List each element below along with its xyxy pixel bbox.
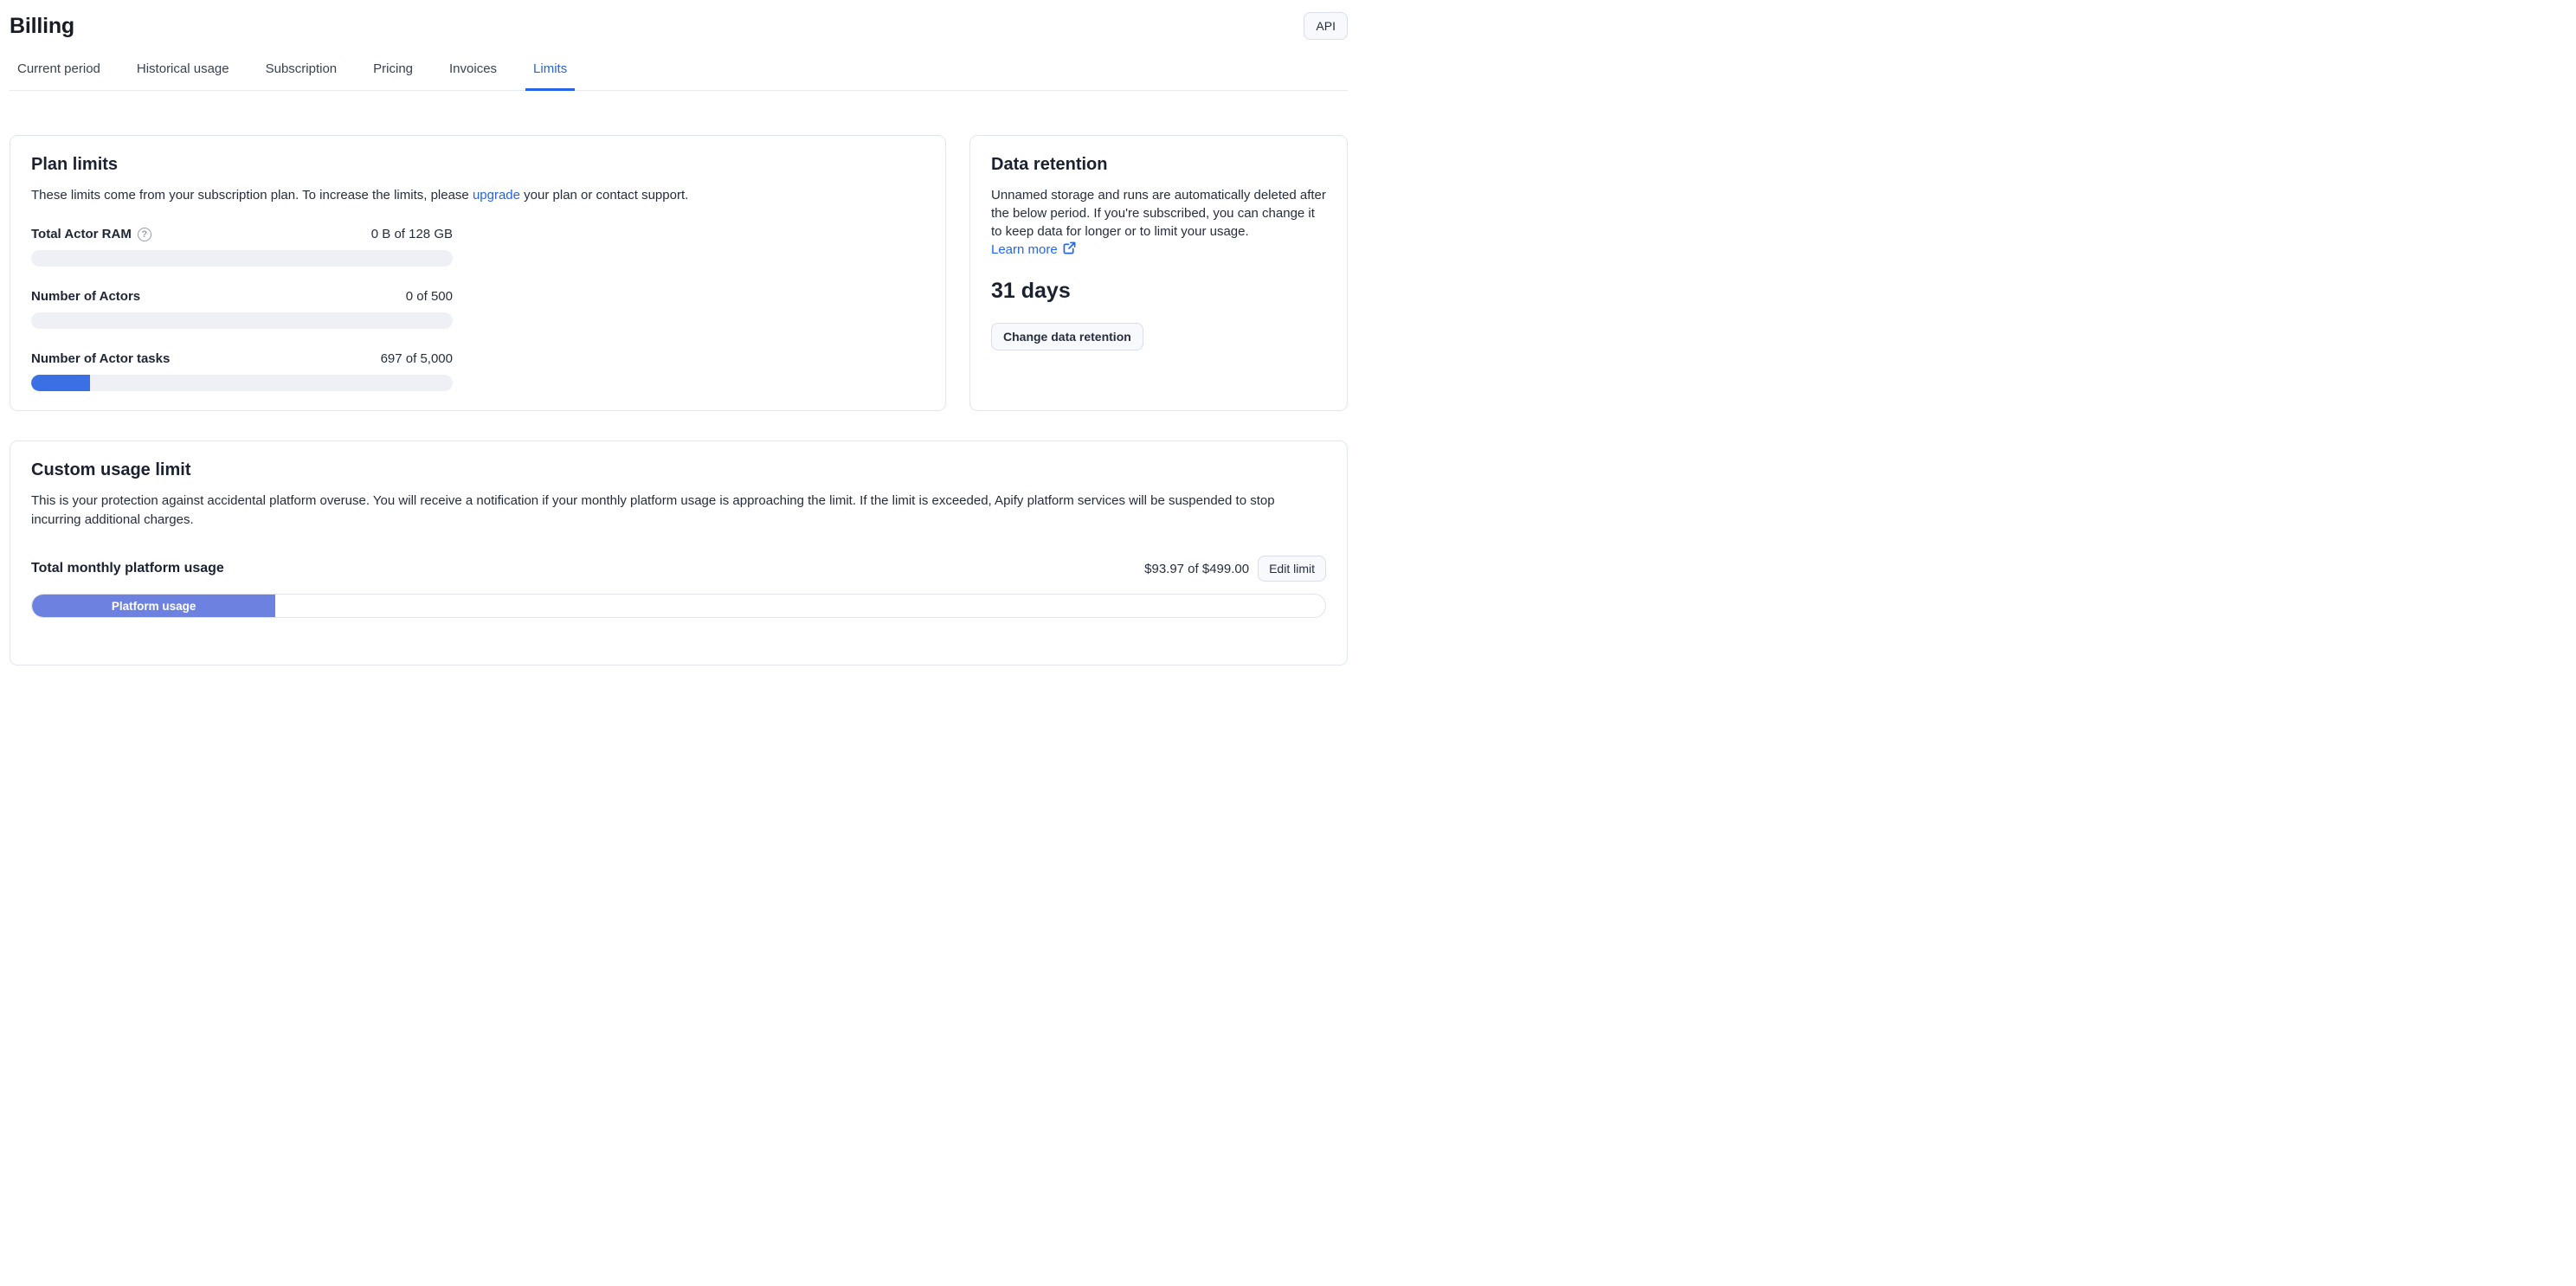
page-title: Billing bbox=[10, 14, 74, 39]
plan-limits-card: Plan limits These limits come from your … bbox=[10, 135, 946, 411]
tab-invoices[interactable]: Invoices bbox=[441, 58, 505, 91]
retention-period-value: 31 days bbox=[991, 279, 1326, 304]
total-monthly-usage-label: Total monthly platform usage bbox=[31, 561, 224, 576]
limit-label: Number of Actors bbox=[31, 289, 140, 304]
data-retention-title: Data retention bbox=[991, 155, 1326, 175]
custom-usage-limit-title: Custom usage limit bbox=[31, 460, 1326, 480]
plan-limits-title: Plan limits bbox=[31, 155, 924, 175]
limit-label: Total Actor RAM ? bbox=[31, 227, 151, 241]
data-retention-card: Data retention Unnamed storage and runs … bbox=[969, 135, 1348, 411]
limit-row-total-actor-ram: Total Actor RAM ? 0 B of 128 GB bbox=[31, 227, 453, 267]
actor-tasks-progress-fill bbox=[31, 375, 90, 391]
usage-summary-row: Total monthly platform usage $93.97 of $… bbox=[31, 556, 1326, 582]
limit-value: 0 B of 128 GB bbox=[371, 227, 453, 241]
actors-progress-bar bbox=[31, 312, 453, 329]
billing-page: Billing API Current period Historical us… bbox=[0, 0, 1357, 666]
actor-tasks-progress-bar bbox=[31, 375, 453, 391]
change-data-retention-button[interactable]: Change data retention bbox=[991, 323, 1143, 350]
tab-pricing[interactable]: Pricing bbox=[365, 58, 421, 91]
limit-label: Number of Actor tasks bbox=[31, 351, 170, 366]
limit-value: 697 of 5,000 bbox=[381, 351, 453, 366]
ram-progress-bar bbox=[31, 250, 453, 267]
tab-historical-usage[interactable]: Historical usage bbox=[129, 58, 237, 91]
platform-usage-progress-bar: Platform usage bbox=[31, 594, 1326, 618]
plan-limits-description: These limits come from your subscription… bbox=[31, 186, 924, 204]
limit-row-number-of-actors: Number of Actors 0 of 500 bbox=[31, 289, 453, 329]
external-link-icon bbox=[1063, 241, 1076, 258]
page-header: Billing API bbox=[10, 0, 1348, 40]
edit-limit-button[interactable]: Edit limit bbox=[1258, 556, 1326, 582]
tab-subscription[interactable]: Subscription bbox=[258, 58, 345, 91]
data-retention-description: Unnamed storage and runs are automatical… bbox=[991, 186, 1326, 241]
custom-usage-limit-description: This is your protection against accident… bbox=[31, 492, 1326, 530]
learn-more-link[interactable]: Learn more bbox=[991, 241, 1076, 258]
billing-tabbar: Current period Historical usage Subscrip… bbox=[10, 58, 1348, 91]
platform-usage-bar-label: Platform usage bbox=[112, 600, 196, 613]
custom-usage-limit-card: Custom usage limit This is your protecti… bbox=[10, 440, 1348, 666]
tab-limits[interactable]: Limits bbox=[525, 58, 575, 91]
usage-amount-value: $93.97 of $499.00 bbox=[1144, 562, 1249, 576]
platform-usage-progress-fill: Platform usage bbox=[32, 595, 275, 617]
help-icon[interactable]: ? bbox=[138, 228, 151, 241]
top-cards-row: Plan limits These limits come from your … bbox=[10, 135, 1348, 411]
upgrade-link[interactable]: upgrade bbox=[473, 188, 520, 203]
api-button[interactable]: API bbox=[1304, 12, 1348, 40]
limit-row-number-of-actor-tasks: Number of Actor tasks 697 of 5,000 bbox=[31, 351, 453, 391]
tab-current-period[interactable]: Current period bbox=[10, 58, 108, 91]
limit-value: 0 of 500 bbox=[406, 289, 453, 304]
